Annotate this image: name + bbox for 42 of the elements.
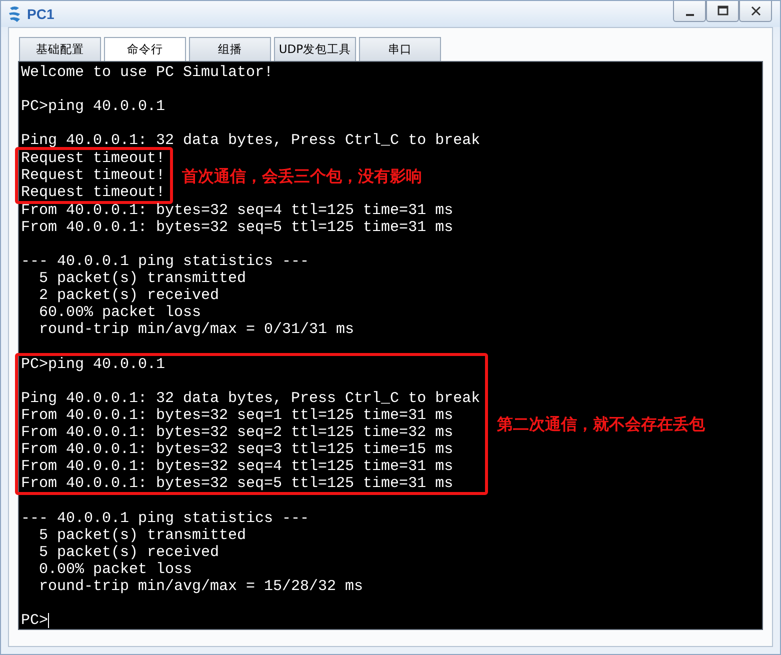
console-line: Ping 40.0.0.1: 32 data bytes, Press Ctrl_C to break	[21, 390, 480, 407]
maximize-button[interactable]	[706, 1, 739, 22]
app-icon	[7, 5, 23, 23]
console-line: PC>ping 40.0.0.1	[21, 356, 166, 373]
console-line: Request timeout!	[21, 167, 166, 184]
tab[interactable]: 命令行	[104, 37, 186, 61]
console-line: From 40.0.0.1: bytes=32 seq=5 ttl=125 time=31 ms	[21, 475, 454, 492]
tab[interactable]: UDP发包工具	[274, 37, 356, 61]
close-button[interactable]	[739, 1, 772, 22]
maximize-icon	[716, 5, 728, 17]
annotation-text: 第二次通信，就不会存在丢包	[497, 416, 706, 432]
console-line: 5 packet(s) transmitted	[38, 270, 248, 287]
console-line: From 40.0.0.1: bytes=32 seq=2 ttl=125 time=32 ms	[21, 424, 454, 441]
console-line: 5 packet(s) received	[38, 544, 220, 561]
console-line: 0.00% packet loss	[38, 561, 194, 578]
console-line: round-trip min/avg/max = 15/28/32 ms	[38, 578, 364, 595]
window-title: PC1	[27, 6, 54, 22]
console-line: From 40.0.0.1: bytes=32 seq=4 ttl=125 time=31 ms	[21, 458, 454, 475]
text-cursor	[48, 613, 50, 628]
console-line: From 40.0.0.1: bytes=32 seq=4 ttl=125 time=31 ms	[21, 202, 454, 219]
console-line: Request timeout!	[21, 150, 166, 167]
console-line: From 40.0.0.1: bytes=32 seq=5 ttl=125 time=31 ms	[21, 219, 454, 236]
console-line: Ping 40.0.0.1: 32 data bytes, Press Ctrl_C to break	[21, 132, 480, 149]
console-line: --- 40.0.0.1 ping statistics ---	[21, 510, 310, 527]
annotation-text: 首次通信，会丢三个包，没有影响	[182, 167, 422, 184]
tab[interactable]: 组播	[189, 37, 271, 61]
console-line: --- 40.0.0.1 ping statistics ---	[21, 253, 310, 270]
close-icon	[750, 5, 762, 17]
console-line: Welcome to use PC Simulator!	[21, 64, 274, 81]
tab[interactable]: 基础配置	[19, 37, 101, 61]
console-line: From 40.0.0.1: bytes=32 seq=1 ttl=125 time=31 ms	[21, 407, 454, 424]
minimize-button[interactable]	[673, 1, 706, 22]
console-line: From 40.0.0.1: bytes=32 seq=3 ttl=125 time=15 ms	[21, 441, 454, 458]
console-prompt: PC>	[21, 612, 48, 629]
console-line: 5 packet(s) transmitted	[38, 527, 248, 544]
console-line: PC>ping 40.0.0.1	[21, 98, 166, 115]
console-line: 2 packet(s) received	[38, 287, 220, 304]
console-line: 60.00% packet loss	[38, 304, 202, 321]
console-line: round-trip min/avg/max = 0/31/31 ms	[38, 321, 356, 338]
tab[interactable]: 串口	[359, 37, 441, 61]
console-line: Request timeout!	[21, 184, 166, 201]
minimize-icon	[686, 14, 694, 16]
